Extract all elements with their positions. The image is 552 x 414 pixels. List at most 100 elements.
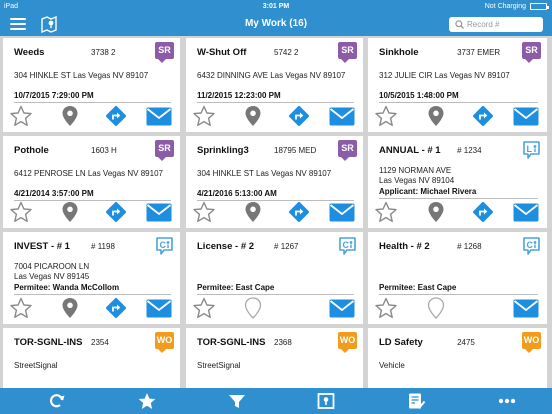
- card-title: ANNUAL - # 1: [379, 145, 441, 156]
- search-icon: [455, 20, 464, 29]
- work-card[interactable]: Pothole 1603 H SR 6412 PENROSE LN Las Vegas…: [3, 136, 180, 228]
- work-card[interactable]: ANNUAL - # 1 # 1234 L 1129 NORMAN AVE Las Ve…: [368, 136, 547, 228]
- favorite-star-icon[interactable]: [192, 201, 216, 223]
- favorite-star-icon[interactable]: [9, 201, 33, 223]
- card-address: 6432 DINNING AVE Las Vegas NV 89107: [197, 71, 346, 80]
- star-icon[interactable]: [137, 392, 157, 410]
- menu-icon[interactable]: [10, 18, 26, 30]
- location-pin-icon[interactable]: [427, 297, 445, 319]
- work-card[interactable]: Sinkhole 3737 EMER SR 312 JULIE CIR Las Veg…: [368, 38, 547, 132]
- mail-icon[interactable]: [146, 203, 172, 222]
- location-pin-icon[interactable]: [244, 297, 262, 319]
- mail-icon[interactable]: [146, 107, 172, 126]
- card-title: INVEST - # 1: [14, 241, 70, 252]
- directions-icon[interactable]: [287, 104, 311, 128]
- map-book-icon[interactable]: [40, 15, 58, 34]
- directions-icon[interactable]: [104, 104, 128, 128]
- work-card[interactable]: INVEST - # 1 # 1198 C 7004 PICAROON LN Las V…: [3, 232, 180, 324]
- location-pin-icon[interactable]: [244, 105, 262, 127]
- work-card[interactable]: W-Shut Off 5742 2 SR 6432 DINNING AVE Las V…: [186, 38, 363, 132]
- work-card[interactable]: LD Safety 2475 WO Vehicle: [368, 328, 547, 388]
- card-title: TOR-SGNL-INS: [14, 337, 83, 348]
- card-date: 10/5/2015 1:48:00 PM: [379, 91, 459, 100]
- work-card[interactable]: TOR-SGNL-INS 2354 WO StreetSignal: [3, 328, 180, 388]
- work-card[interactable]: TOR-SGNL-INS 2368 WO StreetSignal: [186, 328, 363, 388]
- li-badge-icon: L: [522, 140, 541, 159]
- card-date: 11/2/2015 12:23:00 PM: [197, 91, 281, 100]
- directions-icon[interactable]: [104, 296, 128, 320]
- card-address: 312 JULIE CIR Las Vegas NV 89107: [379, 71, 510, 80]
- location-pin-icon[interactable]: [427, 105, 445, 127]
- location-pin-icon[interactable]: [61, 201, 79, 223]
- more-icon[interactable]: [497, 392, 517, 410]
- nav-bar: My Work (16) Record #: [0, 13, 552, 36]
- mail-icon[interactable]: [329, 299, 355, 318]
- checklist-icon[interactable]: [406, 392, 426, 410]
- divider: [197, 294, 354, 295]
- directions-icon[interactable]: [471, 200, 495, 224]
- filter-icon[interactable]: [227, 392, 247, 410]
- work-card[interactable]: License - # 2 # 1267 C Permitee: East Cape: [186, 232, 363, 324]
- favorite-star-icon[interactable]: [192, 105, 216, 127]
- card-address: 304 HINKLE ST Las Vegas NV 89107: [14, 71, 149, 80]
- location-pin-icon[interactable]: [427, 201, 445, 223]
- divider: [14, 102, 171, 103]
- card-title: TOR-SGNL-INS: [197, 337, 266, 348]
- directions-icon[interactable]: [471, 104, 495, 128]
- mail-icon[interactable]: [513, 107, 539, 126]
- work-card[interactable]: Weeds 3738 2 SR 304 HINKLE ST Las Vegas NV …: [3, 38, 180, 132]
- card-date: Permitee: East Cape: [197, 283, 275, 292]
- card-date: 4/21/2014 3:57:00 PM: [14, 189, 94, 198]
- card-address: Las Vegas NV 89145: [14, 272, 90, 281]
- card-number: 1603 H: [91, 146, 117, 155]
- mail-icon[interactable]: [146, 299, 172, 318]
- favorite-star-icon[interactable]: [374, 297, 398, 319]
- search-placeholder: Record #: [467, 20, 500, 29]
- card-address: StreetSignal: [14, 361, 58, 370]
- sr-badge-icon: SR: [155, 42, 174, 63]
- favorite-star-icon[interactable]: [9, 297, 33, 319]
- card-number: # 1234: [457, 146, 482, 155]
- card-address: StreetSignal: [197, 361, 241, 370]
- work-card[interactable]: Health - # 2 # 1268 C Permitee: East Cape: [368, 232, 547, 324]
- sr-badge-icon: SR: [338, 42, 357, 63]
- card-title: W-Shut Off: [197, 47, 247, 58]
- card-date: Applicant: Michael Rivera: [379, 187, 477, 196]
- mail-icon[interactable]: [329, 107, 355, 126]
- card-date: Permitee: Wanda McCollom: [14, 283, 120, 292]
- location-pin-icon[interactable]: [244, 201, 262, 223]
- card-date: Permitee: East Cape: [379, 283, 457, 292]
- mail-icon[interactable]: [513, 203, 539, 222]
- sr-badge-icon: SR: [338, 140, 357, 161]
- mail-icon[interactable]: [329, 203, 355, 222]
- charge-status: Not Charging: [484, 3, 526, 10]
- tab-bar: [0, 388, 552, 414]
- card-address: Las Vegas NV 89104: [379, 176, 455, 185]
- location-pin-icon[interactable]: [61, 297, 79, 319]
- card-address: 7004 PICAROON LN: [14, 262, 90, 271]
- card-date: 10/7/2015 7:29:00 PM: [14, 91, 94, 100]
- card-number: 3737 EMER: [457, 48, 501, 57]
- card-number: 3738 2: [91, 48, 116, 57]
- search-input[interactable]: Record #: [449, 17, 543, 32]
- work-card[interactable]: Sprinkling3 18795 MED SR 304 HINKLE ST Las …: [186, 136, 363, 228]
- wo-badge-icon: WO: [155, 332, 174, 353]
- wo-badge-icon: WO: [522, 332, 541, 353]
- favorite-star-icon[interactable]: [192, 297, 216, 319]
- card-number: # 1198: [91, 242, 115, 251]
- card-title: LD Safety: [379, 337, 423, 348]
- location-pin-icon[interactable]: [61, 105, 79, 127]
- favorite-star-icon[interactable]: [374, 105, 398, 127]
- directions-icon[interactable]: [287, 200, 311, 224]
- card-title: Weeds: [14, 47, 45, 58]
- mail-icon[interactable]: [513, 299, 539, 318]
- favorite-star-icon[interactable]: [374, 201, 398, 223]
- refresh-icon[interactable]: [47, 392, 67, 410]
- map-icon[interactable]: [316, 392, 336, 410]
- card-number: # 1267: [274, 242, 299, 251]
- directions-icon[interactable]: [104, 200, 128, 224]
- favorite-star-icon[interactable]: [9, 105, 33, 127]
- divider: [379, 198, 538, 199]
- svg-text:C: C: [527, 240, 534, 250]
- divider: [197, 200, 354, 201]
